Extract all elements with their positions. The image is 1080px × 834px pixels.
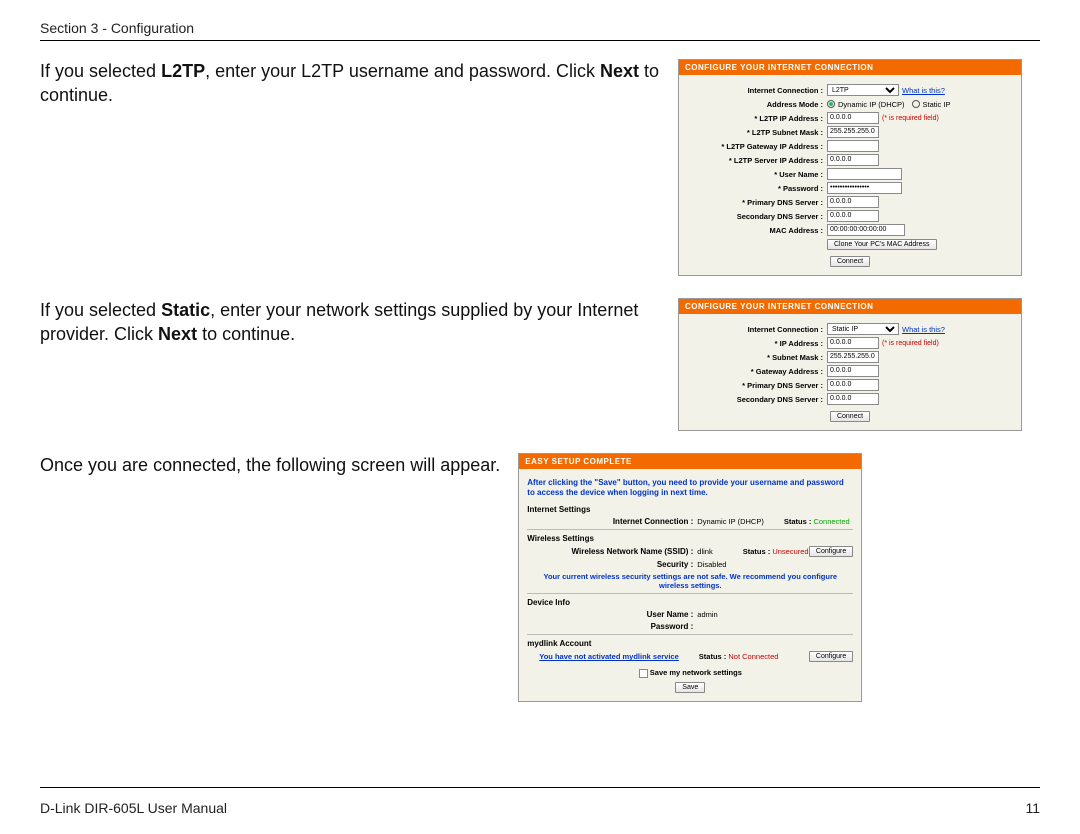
bold-next: Next xyxy=(158,324,197,344)
panel-static-config: CONFIGURE YOUR INTERNET CONNECTION Inter… xyxy=(678,298,1022,431)
gateway-input[interactable] xyxy=(827,365,879,377)
label-secondary-dns: Secondary DNS Server : xyxy=(687,212,827,221)
save-settings-label: Save my network settings xyxy=(650,668,742,677)
label-l2tp-subnet: * L2TP Subnet Mask : xyxy=(687,128,827,137)
label-secondary-dns: Secondary DNS Server : xyxy=(687,395,827,404)
internet-connection-select[interactable]: Static IP xyxy=(827,323,899,335)
label-ip-address: * IP Address : xyxy=(687,339,827,348)
mac-input[interactable] xyxy=(827,224,905,236)
label-internet-connection: Internet Connection : xyxy=(687,325,827,334)
mydlink-not-activated[interactable]: You have not activated mydlink service xyxy=(539,652,679,661)
label-ssid: Wireless Network Name (SSID) : xyxy=(527,547,697,556)
label-primary-dns: * Primary DNS Server : xyxy=(687,381,827,390)
clone-mac-button[interactable]: Clone Your PC's MAC Address xyxy=(827,239,937,250)
bold-l2tp: L2TP xyxy=(161,61,205,81)
bold-static: Static xyxy=(161,300,210,320)
footer-manual-name: D-Link DIR-605L User Manual xyxy=(40,800,227,816)
instruction-l2tp: If you selected L2TP, enter your L2TP us… xyxy=(40,59,660,108)
value-user-name: admin xyxy=(697,610,717,619)
label-internet-connection: Internet Connection : xyxy=(527,517,697,526)
status-not-connected: Not Connected xyxy=(728,652,778,661)
label-subnet: * Subnet Mask : xyxy=(687,353,827,362)
status-connected: Connected xyxy=(813,517,849,526)
section-internet-settings: Internet Settings xyxy=(527,505,853,514)
username-input[interactable] xyxy=(827,168,902,180)
l2tp-server-input[interactable] xyxy=(827,154,879,166)
label-user-name: User Name : xyxy=(527,610,697,619)
panel-easy-setup-complete: EASY SETUP COMPLETE After clicking the "… xyxy=(518,453,862,702)
footer-rule xyxy=(40,787,1040,788)
text: If you selected xyxy=(40,61,161,81)
ip-input[interactable] xyxy=(827,337,879,349)
save-button[interactable]: Save xyxy=(675,682,705,693)
footer-page-number: 11 xyxy=(1025,800,1040,816)
configure-wireless-button[interactable]: Configure xyxy=(809,546,853,557)
label-mac: MAC Address : xyxy=(687,226,827,235)
required-note: (* is required field) xyxy=(882,115,939,122)
instruction-complete: Once you are connected, the following sc… xyxy=(40,453,500,477)
text: , enter your L2TP username and password.… xyxy=(205,61,600,81)
label-l2tp-ip: * L2TP IP Address : xyxy=(687,114,827,123)
secondary-dns-input[interactable] xyxy=(827,393,879,405)
row-static: If you selected Static, enter your netwo… xyxy=(40,298,1040,431)
panel-l2tp-config: CONFIGURE YOUR INTERNET CONNECTION Inter… xyxy=(678,59,1022,276)
value-security: Disabled xyxy=(697,560,726,569)
what-is-this-link[interactable]: What is this? xyxy=(902,86,945,95)
panel-title: EASY SETUP COMPLETE xyxy=(519,454,861,469)
configure-mydlink-button[interactable]: Configure xyxy=(809,651,853,662)
label-address-mode: Address Mode : xyxy=(687,100,827,109)
label-status: Status : xyxy=(784,517,812,526)
required-note: (* is required field) xyxy=(882,340,939,347)
subnet-input[interactable] xyxy=(827,351,879,363)
row-complete: Once you are connected, the following sc… xyxy=(40,453,1040,702)
status-unsecured: Unsecured xyxy=(772,547,808,556)
value-internet-connection: Dynamic IP (DHCP) xyxy=(697,517,764,526)
radio-label-dynamic: Dynamic IP (DHCP) xyxy=(838,100,905,109)
label-username: * User Name : xyxy=(687,170,827,179)
label-primary-dns: * Primary DNS Server : xyxy=(687,198,827,207)
l2tp-subnet-input[interactable] xyxy=(827,126,879,138)
row-l2tp: If you selected L2TP, enter your L2TP us… xyxy=(40,59,1040,276)
radio-dynamic-ip[interactable] xyxy=(827,100,835,108)
section-mydlink: mydlink Account xyxy=(527,639,853,648)
label-l2tp-gateway: * L2TP Gateway IP Address : xyxy=(687,142,827,151)
l2tp-ip-input[interactable] xyxy=(827,112,879,124)
section-wireless-settings: Wireless Settings xyxy=(527,534,853,543)
label-password: * Password : xyxy=(687,184,827,193)
save-note: After clicking the "Save" button, you ne… xyxy=(527,476,853,501)
primary-dns-input[interactable] xyxy=(827,379,879,391)
primary-dns-input[interactable] xyxy=(827,196,879,208)
label-l2tp-server: * L2TP Server IP Address : xyxy=(687,156,827,165)
internet-connection-select[interactable]: L2TP xyxy=(827,84,899,96)
section-header: Section 3 - Configuration xyxy=(40,20,1040,36)
wireless-warning: Your current wireless security settings … xyxy=(533,572,847,590)
connect-button[interactable]: Connect xyxy=(830,411,870,422)
label-gateway: * Gateway Address : xyxy=(687,367,827,376)
label-password: Password : xyxy=(527,622,697,631)
label-security: Security : xyxy=(527,560,697,569)
text: If you selected xyxy=(40,300,161,320)
label-internet-connection: Internet Connection : xyxy=(687,86,827,95)
text: to continue. xyxy=(197,324,295,344)
section-device-info: Device Info xyxy=(527,598,853,607)
value-ssid: dlink xyxy=(697,547,712,556)
instruction-static: If you selected Static, enter your netwo… xyxy=(40,298,660,347)
what-is-this-link[interactable]: What is this? xyxy=(902,325,945,334)
header-rule xyxy=(40,40,1040,41)
password-input[interactable] xyxy=(827,182,902,194)
bold-next: Next xyxy=(600,61,639,81)
radio-label-static: Static IP xyxy=(923,100,951,109)
label-status: Status : xyxy=(699,652,727,661)
secondary-dns-input[interactable] xyxy=(827,210,879,222)
save-settings-checkbox[interactable] xyxy=(639,669,648,678)
panel-title: CONFIGURE YOUR INTERNET CONNECTION xyxy=(679,299,1021,314)
radio-static-ip[interactable] xyxy=(912,100,920,108)
l2tp-gateway-input[interactable] xyxy=(827,140,879,152)
panel-title: CONFIGURE YOUR INTERNET CONNECTION xyxy=(679,60,1021,75)
connect-button[interactable]: Connect xyxy=(830,256,870,267)
label-status: Status : xyxy=(743,547,771,556)
